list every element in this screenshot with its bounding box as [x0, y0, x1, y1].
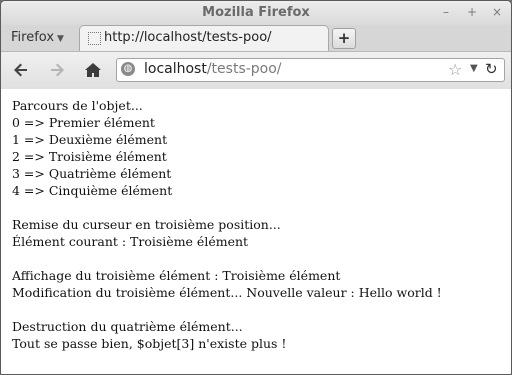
output-line: 2 => Troisième élément: [12, 149, 167, 164]
output-line: Remise du curseur en troisième position.…: [12, 217, 281, 232]
output-line: Modification du troisième élément... Nou…: [12, 285, 442, 300]
output-line: 0 => Premier élément: [12, 115, 155, 130]
window-title: Mozilla Firefox: [202, 5, 310, 20]
url-host: localhost: [144, 61, 207, 77]
new-tab-button[interactable]: +: [332, 28, 356, 49]
output-line: Tout se passe bien, $objet[3] n'existe p…: [12, 336, 287, 351]
back-button[interactable]: [10, 59, 32, 81]
url-bar[interactable]: ◍ localhost/tests-poo/ ☆ ▼ ↻: [116, 58, 505, 82]
minimize-button[interactable]: –: [438, 4, 454, 20]
globe-icon: ◍: [121, 62, 135, 76]
output-line: Élément courant : Troisième élément: [12, 234, 249, 249]
output-text: Parcours de l'objet... 0 => Premier élém…: [12, 97, 442, 352]
bookmark-star-icon[interactable]: ☆: [448, 60, 462, 79]
firefox-menu-button[interactable]: Firefox ▼: [11, 30, 64, 45]
output-line: Parcours de l'objet...: [12, 98, 143, 113]
page-content: Parcours de l'objet... 0 => Premier élém…: [1, 89, 511, 374]
url-path: /tests-poo/: [206, 61, 282, 77]
title-bar: Mozilla Firefox – + ×: [1, 1, 511, 25]
output-line: Affichage du troisième élément : Troisiè…: [12, 268, 341, 283]
back-arrow-icon: [14, 63, 27, 77]
tab-active[interactable]: http://localhost/tests-poo/: [79, 25, 329, 51]
tab-strip: Firefox ▼ http://localhost/tests-poo/ +: [1, 25, 511, 51]
firefox-menu-label: Firefox: [11, 30, 55, 45]
output-line: 3 => Quatrième élément: [12, 166, 172, 181]
maximize-button[interactable]: +: [464, 4, 480, 20]
history-dropdown-icon[interactable]: ▼: [470, 63, 478, 74]
url-text[interactable]: localhost/tests-poo/: [144, 61, 282, 77]
forward-button[interactable]: [46, 59, 68, 81]
output-line: Destruction du quatrième élément...: [12, 319, 243, 334]
close-button[interactable]: ×: [489, 4, 505, 20]
page-icon: [88, 32, 101, 45]
navigation-bar: ◍ localhost/tests-poo/ ☆ ▼ ↻: [1, 51, 511, 90]
home-button[interactable]: [82, 59, 104, 81]
tab-label: http://localhost/tests-poo/: [104, 30, 272, 45]
reload-icon[interactable]: ↻: [485, 60, 498, 78]
browser-window: Mozilla Firefox – + × Firefox ▼ http://lo…: [0, 0, 512, 375]
output-line: 1 => Deuxième élément: [12, 132, 168, 147]
chevron-down-icon: ▼: [57, 34, 64, 44]
forward-arrow-icon: [51, 63, 64, 77]
home-icon: [85, 63, 101, 77]
output-line: 4 => Cinquième élément: [12, 183, 173, 198]
